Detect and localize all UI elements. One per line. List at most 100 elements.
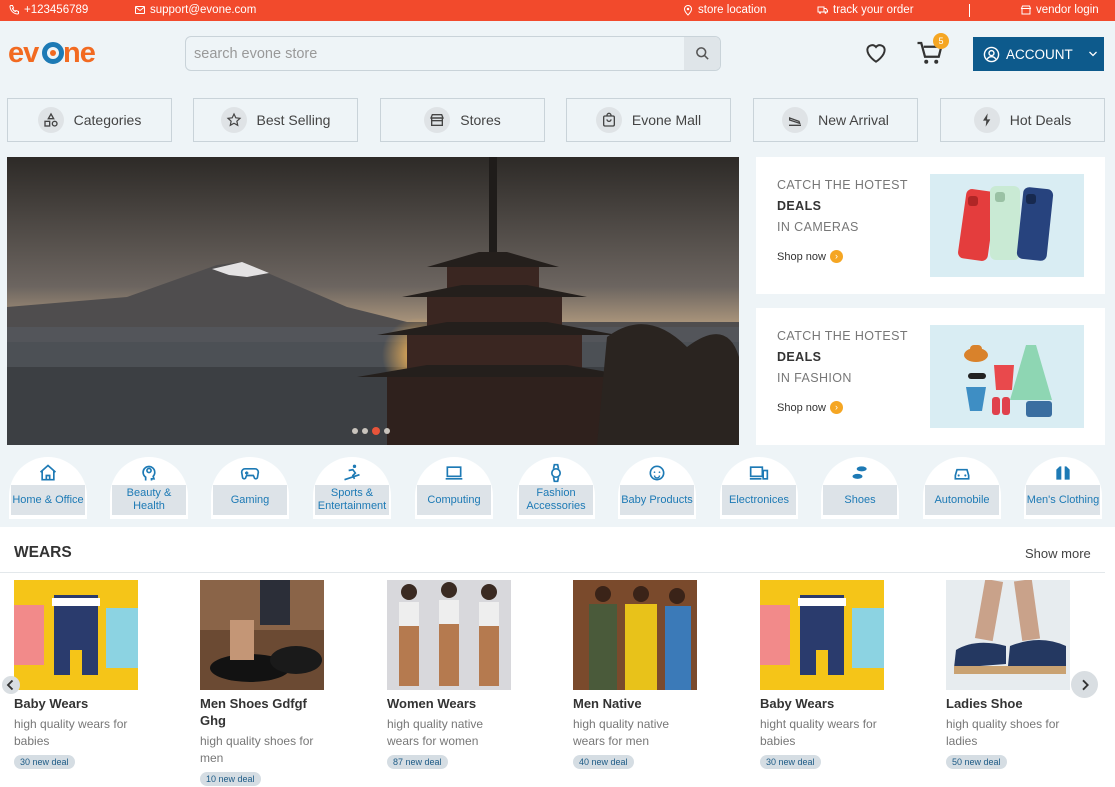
carousel-dot[interactable] — [352, 428, 358, 434]
category-automobile[interactable]: Automobile — [923, 457, 1001, 519]
promo-cameras[interactable]: CATCH THE HOTEST DEALS IN CAMERAS Shop n… — [756, 157, 1105, 294]
product-name: Men Native — [573, 696, 642, 711]
wishlist-button[interactable] — [862, 40, 890, 66]
carousel-next-button[interactable] — [1071, 671, 1098, 698]
product-description: high quality native wears for women — [387, 717, 484, 748]
promo-fashion[interactable]: CATCH THE HOTEST DEALS IN FASHION Shop n… — [756, 308, 1105, 445]
nav-label: Hot Deals — [1009, 112, 1072, 128]
devices-icon — [749, 466, 769, 480]
vendor-login-link[interactable]: vendor login — [1020, 4, 1099, 16]
home-icon — [39, 464, 57, 481]
product-card[interactable]: Women Wears high quality native wears fo… — [387, 580, 557, 770]
vendor-login-label: vendor login — [1036, 4, 1099, 16]
nav-label: Stores — [460, 112, 501, 128]
divider — [0, 572, 1105, 573]
wears-section: WEARS Show more Baby Wears high quality … — [0, 527, 1115, 787]
carousel-prev-button[interactable] — [2, 676, 20, 694]
show-more-link[interactable]: Show more — [1025, 546, 1091, 561]
category-computing[interactable]: Computing — [415, 457, 493, 519]
product-image — [200, 580, 324, 690]
phone-text: +123456789 — [24, 4, 89, 16]
carousel-dot-active[interactable] — [372, 427, 380, 435]
track-order-link[interactable]: track your order — [817, 4, 914, 16]
product-card[interactable]: Men Shoes Gdfgf Ghg high quality shoes f… — [200, 580, 370, 787]
category-mens-clothing[interactable]: Men's Clothing — [1024, 457, 1102, 519]
deal-badge: 10 new deal — [200, 772, 261, 786]
store-icon — [1020, 5, 1032, 15]
shop-now-link[interactable]: Shop now › — [777, 401, 843, 414]
deal-badge: 87 new deal — [387, 755, 448, 769]
chevron-down-icon — [1088, 51, 1097, 57]
product-card[interactable]: Baby Wears high quality wears for babies… — [14, 580, 184, 770]
category-electronics[interactable]: Electronices — [720, 457, 798, 519]
category-label: Fashion Accessories — [519, 485, 593, 515]
category-label: Computing — [417, 485, 491, 515]
truck-icon — [817, 6, 828, 14]
shop-now-label: Shop now — [777, 401, 826, 414]
shop-now-label: Shop now — [777, 250, 826, 263]
nav-hot-deals-button[interactable]: Hot Deals — [940, 98, 1105, 142]
logo[interactable]: ev ne evone — [8, 37, 98, 75]
category-baby-products[interactable]: Baby Products — [618, 457, 696, 519]
category-beauty-health[interactable]: Beauty & Health — [110, 457, 188, 519]
nav-label: Best Selling — [256, 112, 331, 128]
deal-badge: 30 new deal — [14, 755, 75, 769]
search-button[interactable] — [684, 37, 720, 70]
category-gaming[interactable]: Gaming — [211, 457, 289, 519]
arrow-right-icon: › — [829, 401, 843, 414]
nav-categories-button[interactable]: Categories — [7, 98, 172, 142]
email-contact[interactable]: support@evone.com — [134, 4, 256, 16]
nav-stores-button[interactable]: Stores — [380, 98, 545, 142]
head-icon — [142, 465, 156, 481]
promo-line3: IN CAMERAS — [777, 220, 859, 234]
search-input[interactable] — [186, 37, 666, 70]
category-shoes[interactable]: Shoes — [821, 457, 899, 519]
product-name: Ladies Shoe — [946, 696, 1023, 711]
category-label: Sports & Entertainment — [315, 485, 389, 515]
category-label: Men's Clothing — [1026, 485, 1100, 515]
nav-label: Categories — [73, 112, 142, 128]
phone-contact[interactable]: +123456789 — [8, 4, 88, 16]
watch-icon — [551, 463, 561, 483]
product-image — [387, 580, 511, 690]
clothing-icon — [1056, 466, 1070, 480]
carousel-dot[interactable] — [362, 428, 368, 434]
category-label: Automobile — [925, 485, 999, 515]
cart-button[interactable]: 5 — [915, 33, 949, 70]
location-pin-icon — [683, 5, 693, 16]
promo-line2: DEALS — [777, 199, 822, 213]
top-bar: +123456789 support@evone.com store locat… — [0, 0, 1115, 21]
category-fashion-accessories[interactable]: Fashion Accessories — [517, 457, 595, 519]
category-sports-entertainment[interactable]: Sports & Entertainment — [313, 457, 391, 519]
account-button[interactable]: ACCOUNT — [973, 37, 1104, 71]
phones-image — [930, 174, 1084, 277]
user-icon — [983, 46, 1000, 62]
carousel-dot[interactable] — [384, 428, 390, 434]
nav-evone-mall-button[interactable]: Evone Mall — [566, 98, 731, 142]
category-label: Baby Products — [620, 485, 694, 515]
hero-carousel[interactable] — [7, 157, 739, 445]
category-label: Shoes — [823, 485, 897, 515]
product-image — [946, 580, 1070, 690]
category-home-office[interactable]: Home & Office — [9, 457, 87, 519]
store-location-label: store location — [698, 4, 767, 16]
deal-badge: 40 new deal — [573, 755, 634, 769]
store-location-link[interactable]: store location — [682, 4, 766, 16]
lightning-icon — [973, 107, 1000, 133]
shop-now-link[interactable]: Shop now › — [777, 250, 843, 263]
star-icon — [220, 107, 247, 133]
product-card[interactable]: Men Native high quality native wears for… — [573, 580, 743, 770]
product-description: high quality wears for babies — [14, 717, 128, 748]
nav-new-arrival-button[interactable]: New Arrival — [753, 98, 918, 142]
nav-best-selling-button[interactable]: Best Selling — [193, 98, 358, 142]
promo-line1: CATCH THE HOTEST — [777, 178, 908, 192]
promo-line1: CATCH THE HOTEST — [777, 329, 908, 343]
promo-line2: DEALS — [777, 350, 822, 364]
product-name: Baby Wears — [760, 696, 835, 711]
carousel-dots — [352, 427, 390, 435]
hero-image — [7, 157, 739, 445]
product-image — [760, 580, 884, 690]
product-card[interactable]: Baby Wears hight quality wears for babie… — [760, 580, 930, 770]
phone-icon — [9, 5, 19, 15]
category-label: Electronices — [722, 485, 796, 515]
